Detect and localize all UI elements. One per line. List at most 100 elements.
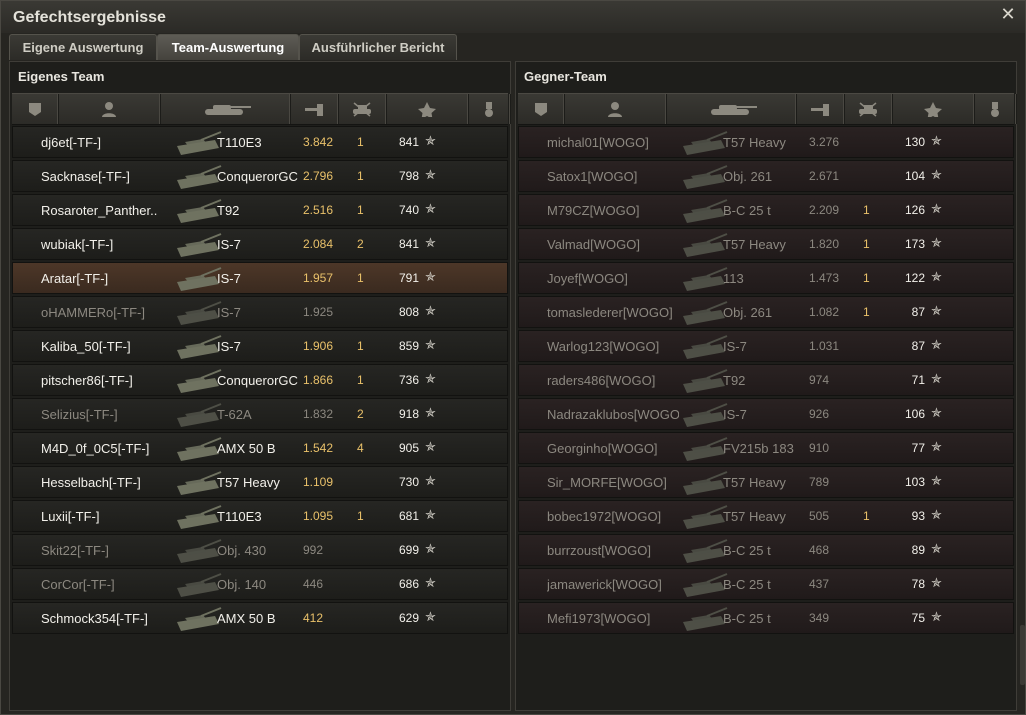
tank-name: T57 Heavy <box>723 509 786 524</box>
player-row[interactable]: Sir_MORFE[WOGO] T57 Heavy 789 103 ✯ <box>518 466 1014 498</box>
player-row[interactable]: M4D_0f_0C5[-TF-] AMX 50 B 1.542 4 905 ✯ <box>12 432 508 464</box>
tank-icon <box>177 165 222 189</box>
tank-icon <box>177 369 222 393</box>
damage-value: 910 <box>809 441 830 455</box>
tank-icon <box>177 505 222 529</box>
damage-value: 2.796 <box>303 169 334 183</box>
damage-value: 974 <box>809 373 830 387</box>
player-row[interactable]: Warlog123[WOGO] IS-7 1.031 87 ✯ <box>518 330 1014 362</box>
column-header-player[interactable] <box>564 94 667 124</box>
player-row[interactable]: oHAMMERo[-TF-] IS-7 1.925 808 ✯ <box>12 296 508 328</box>
xp-value: 905 <box>398 441 419 455</box>
xp-star-icon <box>924 102 942 117</box>
damage-value: 992 <box>303 543 324 557</box>
player-row[interactable]: Luxii[-TF-] T110E3 1.095 1 681 ✯ <box>12 500 508 532</box>
player-row[interactable]: Skit22[-TF-] Obj. 430 992 699 ✯ <box>12 534 508 566</box>
damage-value: 3.276 <box>809 135 840 149</box>
player-row[interactable]: Hesselbach[-TF-] T57 Heavy 1.109 730 ✯ <box>12 466 508 498</box>
column-header <box>518 93 1017 125</box>
column-header-squad[interactable] <box>518 94 565 124</box>
player-row[interactable]: jamawerick[WOGO] B-C 25 t 437 78 ✯ <box>518 568 1014 600</box>
column-header-tank[interactable] <box>160 94 291 124</box>
tab-ausfuehrlicher-bericht[interactable]: Ausführlicher Bericht <box>299 34 457 60</box>
tank-icon <box>177 301 222 325</box>
column-header-kills[interactable] <box>844 94 893 124</box>
player-row[interactable]: pitscher86[-TF-] ConquerorGC 1.866 1 736 ✯ <box>12 364 508 396</box>
player-row[interactable]: wubiak[-TF-] IS-7 2.084 2 841 ✯ <box>12 228 508 260</box>
player-name: Aratar[-TF-] <box>41 271 109 286</box>
xp-value: 699 <box>398 543 419 557</box>
kills-value: 1 <box>863 305 870 319</box>
xp-value: 77 <box>911 441 925 455</box>
player-row[interactable]: Joyef[WOGO] 113 1.473 1 122 ✯ <box>518 262 1014 294</box>
damage-value: 1.082 <box>809 305 840 319</box>
tank-name: T57 Heavy <box>723 135 786 150</box>
xp-value: 791 <box>398 271 419 285</box>
player-row[interactable]: raders486[WOGO] T92 974 71 ✯ <box>518 364 1014 396</box>
tab-team-auswertung[interactable]: Team-Auswertung <box>157 34 299 60</box>
column-header-damage[interactable] <box>290 94 339 124</box>
kills-value: 1 <box>357 509 364 523</box>
tank-icon <box>683 437 728 461</box>
scrollbar[interactable] <box>1020 625 1025 685</box>
kills-value: 1 <box>863 237 870 251</box>
xp-value: 126 <box>904 203 925 217</box>
xp-value: 103 <box>904 475 925 489</box>
column-header-medal[interactable] <box>974 94 1017 124</box>
damage-icon <box>811 104 829 116</box>
own-team-panel: Eigenes Team dj6et[-TF-] T110E3 3.842 1 841 ✯… <box>9 61 511 711</box>
tank-name: T92 <box>217 203 240 218</box>
player-row[interactable]: Rosaroter_Panther.. T92 2.516 1 740 ✯ <box>12 194 508 226</box>
column-header-tank[interactable] <box>666 94 797 124</box>
player-row[interactable]: Valmad[WOGO] T57 Heavy 1.820 1 173 ✯ <box>518 228 1014 260</box>
player-row[interactable]: Schmock354[-TF-] AMX 50 B 412 629 ✯ <box>12 602 508 634</box>
column-header-xp-star[interactable] <box>892 94 975 124</box>
player-row[interactable]: Nadrazaklubos[WOGO] IS-7 926 106 ✯ <box>518 398 1014 430</box>
player-name: Schmock354[-TF-] <box>41 611 148 626</box>
medal-icon <box>485 102 493 117</box>
player-row[interactable]: Selizius[-TF-] T-62A 1.832 2 918 ✯ <box>12 398 508 430</box>
damage-value: 1.906 <box>303 339 334 353</box>
damage-value: 926 <box>809 407 830 421</box>
player-row[interactable]: Kaliba_50[-TF-] IS-7 1.906 1 859 ✯ <box>12 330 508 362</box>
player-row[interactable]: M79CZ[WOGO] B-C 25 t 2.209 1 126 ✯ <box>518 194 1014 226</box>
player-row[interactable]: dj6et[-TF-] T110E3 3.842 1 841 ✯ <box>12 126 508 158</box>
column-header-medal[interactable] <box>468 94 511 124</box>
player-row[interactable]: tomaslederer[WOGO] Obj. 261 1.082 1 87 ✯ <box>518 296 1014 328</box>
column-header-player[interactable] <box>58 94 161 124</box>
column-header-damage[interactable] <box>796 94 845 124</box>
player-row[interactable]: Mefi1973[WOGO] B-C 25 t 349 75 ✯ <box>518 602 1014 634</box>
close-icon[interactable]: ✕ <box>999 5 1017 23</box>
player-row[interactable]: michal01[WOGO] T57 Heavy 3.276 130 ✯ <box>518 126 1014 158</box>
tank-name: B-C 25 t <box>723 611 771 626</box>
player-name: Selizius[-TF-] <box>41 407 118 422</box>
damage-value: 1.925 <box>303 305 334 319</box>
player-row[interactable]: Satox1[WOGO] Obj. 261 2.671 104 ✯ <box>518 160 1014 192</box>
column-header-kills[interactable] <box>338 94 387 124</box>
player-name: Hesselbach[-TF-] <box>41 475 141 490</box>
player-row[interactable]: CorCor[-TF-] Obj. 140 446 686 ✯ <box>12 568 508 600</box>
tank-name: T92 <box>723 373 746 388</box>
player-name: Luxii[-TF-] <box>41 509 100 524</box>
player-row[interactable]: burrzoust[WOGO] B-C 25 t 468 89 ✯ <box>518 534 1014 566</box>
player-name: Rosaroter_Panther.. <box>41 203 158 218</box>
player-row[interactable]: Aratar[-TF-] IS-7 1.957 1 791 ✯ <box>12 262 508 294</box>
player-row[interactable]: bobec1972[WOGO] T57 Heavy 505 1 93 ✯ <box>518 500 1014 532</box>
tab-eigene-auswertung[interactable]: Eigene Auswertung <box>9 34 157 60</box>
tank-icon <box>683 539 728 563</box>
column-header-squad[interactable] <box>12 94 59 124</box>
damage-value: 437 <box>809 577 830 591</box>
column-header-xp-star[interactable] <box>386 94 469 124</box>
player-row[interactable]: Georginho[WOGO] FV215b 183 910 77 ✯ <box>518 432 1014 464</box>
tank-icon <box>177 471 222 495</box>
player-row[interactable]: Sacknase[-TF-] ConquerorGC 2.796 1 798 ✯ <box>12 160 508 192</box>
xp-value: 130 <box>904 135 925 149</box>
squad-icon <box>535 103 547 116</box>
xp-value: 87 <box>911 339 925 353</box>
tank-icon <box>683 369 728 393</box>
xp-star-icon: ✯ <box>425 507 436 522</box>
title-bar[interactable]: Gefechtsergebnisse ✕ <box>1 1 1025 33</box>
enemy-team-panel: Gegner-Team michal01[WOGO] T57 Heavy 3.276… <box>515 61 1017 711</box>
xp-value: 841 <box>398 237 419 251</box>
column-header <box>12 93 511 125</box>
